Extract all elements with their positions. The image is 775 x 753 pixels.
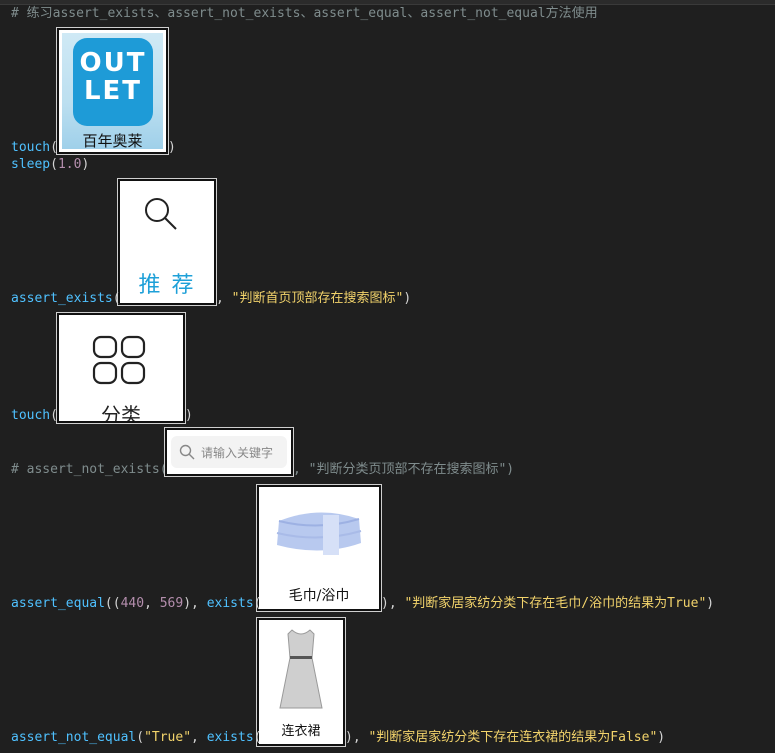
exists-fn: exists <box>206 596 254 611</box>
towel-image[interactable]: 毛巾/浴巾 <box>256 484 382 612</box>
dress-icon <box>279 629 323 709</box>
comma: , <box>388 596 405 611</box>
comment-suffix: , "判断分类页顶部不存在搜索图标") <box>293 462 515 477</box>
assert-not-equal-tail: ), "判断家居家纺分类下存在连衣裙的结果为False") <box>345 730 665 746</box>
assert-exists-args: , "判断首页顶部存在搜索图标") <box>216 291 411 307</box>
code-line-touch-2: touch( <box>11 408 58 424</box>
grid-icon <box>92 335 146 385</box>
paren-close: ) <box>81 157 90 172</box>
paren-close: ) <box>706 596 715 611</box>
assert-exists-fn: assert_exists <box>11 291 113 306</box>
comma: , <box>191 730 207 745</box>
towel-caption: 毛巾/浴巾 <box>288 588 350 604</box>
sleep-fn: sleep <box>11 157 51 172</box>
paren-close: ) <box>403 291 412 306</box>
paren-close: ) <box>168 140 176 155</box>
comma: , <box>216 291 232 306</box>
category-image[interactable]: 分类 <box>56 312 186 424</box>
paren-close: ) <box>381 596 389 611</box>
paren-open: ( <box>112 291 121 306</box>
editor-top-border <box>0 0 775 5</box>
paren-open: ( <box>253 596 262 611</box>
exists-fn: exists <box>206 730 254 745</box>
search-bar: 请输入关键字 <box>171 436 287 468</box>
comment-line-assert-not-exists: # assert_not_exists( <box>11 462 168 477</box>
recommend-caption: 推 荐 <box>138 273 196 298</box>
paren-open: ( <box>50 157 58 172</box>
assert-equal-msg: "判断家居家纺分类下存在毛巾/浴巾的结果为True" <box>404 596 707 611</box>
outlet-text-1: OUT <box>79 48 147 78</box>
tuple-close: ), <box>183 596 207 611</box>
recommend-search-image[interactable]: 推 荐 <box>117 178 217 306</box>
paren-open: ( <box>136 730 145 745</box>
outlet-caption: 百年奥莱 <box>82 132 143 150</box>
comma: , <box>352 730 369 745</box>
assert-not-equal-fn: assert_not_equal <box>11 730 137 745</box>
code-line-assert-equal: assert_equal((440, 569), exists( <box>11 596 261 612</box>
category-caption: 分类 <box>101 403 141 423</box>
search-placeholder: 请输入关键字 <box>201 446 274 460</box>
towel-icon <box>276 512 362 555</box>
num-440: 440 <box>120 596 145 611</box>
outlet-app-image[interactable]: OUT LET 百年奥莱 <box>56 27 169 155</box>
paren-open: ( <box>253 730 262 745</box>
paren-close: ) <box>657 730 666 745</box>
comma: , <box>144 596 160 611</box>
paren-close: ) <box>185 408 193 423</box>
assert-equal-fn: assert_equal <box>11 596 105 611</box>
search-icon <box>179 444 195 460</box>
dress-image[interactable]: 连衣裙 <box>256 617 346 747</box>
sleep-arg: 1.0 <box>57 157 82 172</box>
touch-fn: touch <box>11 140 51 155</box>
code-line-assert-not-equal: assert_not_equal("True", exists( <box>11 730 261 746</box>
dress-caption: 连衣裙 <box>281 724 321 739</box>
num-569: 569 <box>159 596 184 611</box>
assert-not-equal-msg: "判断家居家纺分类下存在连衣裙的结果为False" <box>368 730 658 745</box>
touch-fn: touch <box>11 408 51 423</box>
paren-open: ( <box>50 408 58 423</box>
code-line-touch-1: touch( <box>11 140 58 156</box>
outlet-logo: OUT LET <box>73 38 153 126</box>
code-line-assert-exists: assert_exists( <box>11 291 121 307</box>
search-bar-image[interactable]: 请输入关键字 <box>164 427 294 477</box>
true-string: "True" <box>144 730 192 745</box>
assert-exists-msg: "判断首页顶部存在搜索图标" <box>231 291 404 306</box>
paren-close: ) <box>345 730 353 745</box>
search-icon <box>145 198 177 230</box>
comment-line-1: # 练习assert_exists、assert_not_exists、asse… <box>11 6 598 21</box>
tuple-open: (( <box>104 596 121 611</box>
code-line-sleep: sleep(1.0) <box>11 157 89 173</box>
outlet-text-2: LET <box>83 76 143 106</box>
assert-equal-tail: ), "判断家居家纺分类下存在毛巾/浴巾的结果为True") <box>381 596 714 612</box>
